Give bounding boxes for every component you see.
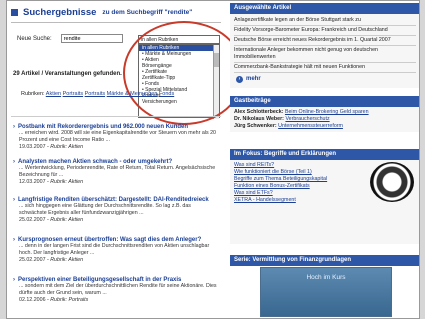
article-meta: 12.03.2007 - Rubrik: Aktien (19, 179, 84, 185)
box-title: Serie: Vermittlung von Finanzgrundlagen (230, 255, 419, 266)
search-form: Neue Suche: (17, 34, 123, 43)
box-title: Im Fokus: Begriffe und Erklärungen (230, 149, 419, 160)
box-title: Ausgewählte Artikel (230, 3, 419, 14)
article: › Perspektiven einer Beteiligungsgesellsc… (13, 277, 217, 303)
rubriken-label: Rubriken: (21, 91, 45, 97)
highlight-circle (123, 21, 245, 125)
rubrik-link[interactable]: Märkte & Meinungen (107, 91, 158, 97)
arrow-icon: › (236, 76, 243, 83)
search-label: Neue Suche: (17, 35, 52, 42)
page-title: Suchergebnisse (23, 6, 97, 18)
box-title: Gastbeiträge (230, 96, 419, 107)
search-input[interactable] (60, 34, 123, 43)
list-item: Dr. Nikolaus Weber: Verbraucherschutz (234, 116, 330, 122)
page-subtitle: zu dem Suchbegriff "rendite" (102, 8, 193, 16)
list-item: Jürg Schwenker: Unternehmenssteuerreform (234, 123, 343, 129)
article: › Kursprognosen erneut übertroffen: Was s… (13, 237, 218, 264)
list-item[interactable]: Anlagezertifikate legen an der Börse Stu… (234, 16, 416, 26)
article-meta: 02.12.2006 - Rubrik: Portraits (19, 297, 89, 303)
selected-articles-box: Ausgewählte Artikel Anlagezertifikate le… (230, 3, 419, 88)
page: Suchergebnisse zu dem Suchbegriff "rendi… (6, 0, 420, 319)
rubrik-link[interactable]: Aktien (46, 91, 61, 97)
list-item[interactable]: Commerzbank-Bankstrategie hält mit neuen… (234, 63, 416, 73)
result-count: 29 Artikel / Veranstaltungen gefunden. (13, 71, 122, 77)
article-snippet: ... sich hinggegen eine Glättung der Dur… (19, 203, 191, 216)
guest-posts-box: Gastbeiträge Alex Schlotterbeck: Beim On… (230, 96, 419, 132)
article-snippet: ... sondern mit dem Ziel der überdurchsc… (19, 283, 217, 296)
rubrik-link[interactable]: Fonds (159, 91, 174, 97)
list-item[interactable]: Fidelity Vorsorge-Barometer Europa: Fran… (234, 26, 416, 36)
list-item: Alex Schlotterbeck: Beim Online-Brokerin… (234, 109, 369, 115)
series-box: Serie: Vermittlung von Finanzgrundlagen … (230, 255, 419, 318)
rubrik-link[interactable]: Portraits (85, 91, 105, 97)
eye-image (370, 162, 414, 202)
list-item[interactable]: Deutsche Börse erreicht neues Rekorderge… (234, 36, 416, 46)
focus-box: Im Fokus: Begriffe und Erklärungen Was s… (230, 149, 419, 244)
rubrik-link[interactable]: Portraits (63, 91, 83, 97)
sidebar: Ausgewählte Artikel Anlagezertifikate le… (230, 1, 419, 318)
article: › Langfristige Renditen überschätzt: Darg… (13, 197, 218, 224)
article-snippet: ... erreichen wird. 2008 will sie eine E… (19, 130, 216, 143)
divider (11, 116, 221, 117)
page-header: Suchergebnisse zu dem Suchbegriff "rendi… (11, 5, 192, 19)
article: › Postbank mit Rekorderergebnis und 962.0… (13, 124, 218, 151)
article-meta: 25.02.2007 - Rubrik: Aktien (19, 257, 84, 263)
article-meta: 25.02.2007 - Rubrik: Aktien (19, 217, 84, 223)
rubriken-filter: Rubriken: Aktien Portraits Portraits Mär… (21, 90, 221, 98)
list-item[interactable]: Internationale Anleger bekommen nicht ge… (234, 46, 416, 63)
article-meta: 19.03.2007 - Rubrik: Aktien (19, 144, 84, 150)
article-snippet: ... denn in der langen Frist sind die Du… (19, 243, 210, 256)
series-banner[interactable]: Hoch im Kurs (260, 267, 392, 317)
square-bullet-icon (11, 8, 18, 16)
article-snippet: ... Wertentwicklung, Periodenrendite, Ra… (19, 165, 216, 178)
more-link[interactable]: › mehr (234, 73, 416, 86)
article: › Analysten machen Aktien schwach - oder … (13, 159, 218, 186)
main-content: Suchergebnisse zu dem Suchbegriff "rendi… (7, 1, 245, 318)
